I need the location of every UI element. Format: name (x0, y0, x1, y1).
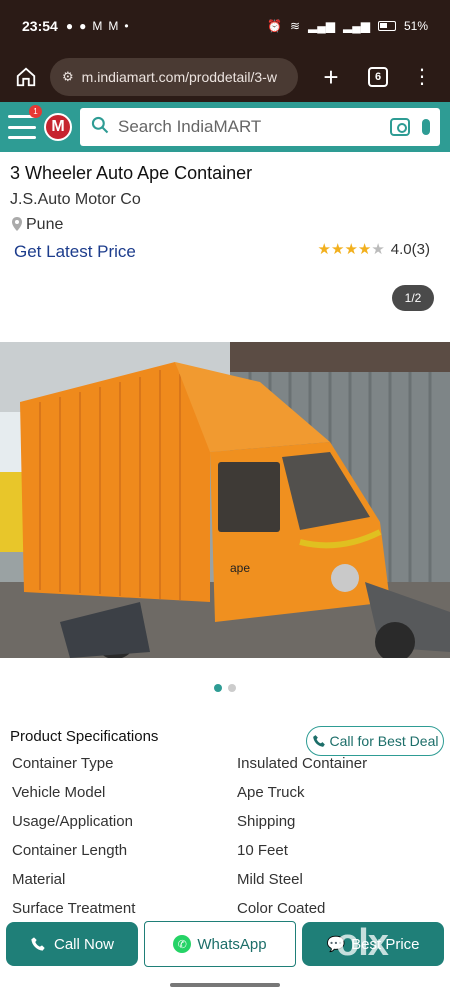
more-notifications-icon: • (124, 19, 129, 33)
notification-icons: ● ● M M • (66, 19, 129, 33)
signal-icon: ▂▄▆ (308, 19, 335, 33)
rating-count[interactable]: (3) (412, 241, 430, 258)
indiamart-logo[interactable]: M (44, 113, 72, 141)
browser-menu-icon[interactable]: ⋮ (412, 67, 432, 87)
rating-stars: ★★★★★ (318, 240, 385, 258)
url-text: m.indiamart.com/proddetail/3-w (81, 69, 277, 85)
location: Pune (12, 216, 63, 234)
whatsapp-button[interactable]: ✆ WhatsApp (144, 921, 296, 967)
battery-icon (377, 21, 396, 31)
call-now-button[interactable]: Call Now (6, 922, 138, 966)
spec-key: Usage/Application (12, 813, 133, 830)
spec-row: Container Length 10 Feet (0, 842, 450, 870)
product-title: 3 Wheeler Auto Ape Container (10, 163, 253, 183)
new-tab-icon[interactable]: + (316, 62, 346, 93)
gmail-icon: M (108, 19, 119, 33)
spec-row: Usage/Application Shipping (0, 813, 450, 841)
site-settings-icon[interactable]: ⚙ (62, 69, 74, 85)
product-photo: ape (0, 342, 450, 658)
menu-badge: 1 (29, 105, 42, 118)
spec-key: Material (12, 871, 66, 888)
product-image[interactable]: ape (0, 342, 450, 658)
gesture-nav-handle[interactable] (170, 983, 280, 987)
whatsapp-label: WhatsApp (197, 935, 267, 953)
status-time: 23:54 (22, 18, 58, 34)
alarm-icon: ⏰ (267, 19, 282, 33)
carousel-dot[interactable] (228, 684, 236, 692)
star-icon: ★ (330, 241, 345, 258)
location-pin-icon (12, 216, 22, 234)
company-name[interactable]: J.S.Auto Motor Co (10, 191, 141, 209)
chat-icon: ● (79, 19, 87, 33)
spec-key: Surface Treatment (12, 900, 136, 917)
spec-row: Vehicle Model Ape Truck (0, 784, 450, 812)
rating: ★★★★★ 4.0 (3) (318, 240, 430, 259)
spec-value: Color Coated (237, 900, 326, 917)
spec-value: 10 Feet (237, 842, 288, 859)
vehicle-brand-text: ape (230, 561, 250, 575)
mic-icon[interactable] (422, 119, 430, 135)
carousel-dot-active[interactable] (214, 684, 222, 692)
battery-percent: 51% (403, 19, 428, 33)
star-icon: ★ (344, 241, 358, 258)
spec-value: Mild Steel (237, 871, 303, 888)
spec-row: Container Type Insulated Container (0, 755, 450, 783)
spec-key: Container Type (12, 755, 114, 772)
tab-switcher-button[interactable]: 6 (368, 67, 388, 87)
status-bar: 23:54 ● ● M M • ⏰ ≋ ▂▄▆ ▂▄▆ 51% (0, 0, 450, 52)
phone-icon (312, 735, 325, 747)
spec-row: Material Mild Steel (0, 871, 450, 899)
carousel-indicator (0, 684, 450, 692)
olx-watermark: olx (336, 922, 389, 964)
gmail-icon: M (92, 19, 103, 33)
spec-value: Ape Truck (237, 784, 305, 801)
specifications-title: Product Specifications (10, 728, 159, 745)
status-right: ⏰ ≋ ▂▄▆ ▂▄▆ 51% (267, 19, 428, 33)
signal-icon: ▂▄▆ (343, 19, 370, 33)
menu-icon[interactable]: 1 (8, 105, 42, 139)
location-text: Pune (26, 216, 64, 233)
star-icon: ★ (357, 241, 372, 258)
phone-icon (31, 937, 45, 951)
get-latest-price-link[interactable]: Get Latest Price (14, 242, 136, 262)
spec-value: Shipping (237, 813, 296, 830)
search-placeholder: Search IndiaMART (118, 117, 262, 136)
camera-search-icon[interactable] (390, 118, 410, 136)
site-header: 1 M Search IndiaMART (0, 102, 450, 152)
home-icon[interactable] (10, 61, 42, 93)
spec-value: Insulated Container (237, 755, 368, 772)
search-input[interactable]: Search IndiaMART (80, 108, 440, 146)
image-counter: 1/2 (392, 285, 434, 311)
search-icon[interactable] (90, 115, 110, 140)
call-now-label: Call Now (53, 935, 114, 953)
wifi-icon: ≋ (289, 19, 301, 33)
spec-key: Container Length (12, 842, 128, 859)
call-for-best-deal-label: Call for Best Deal (329, 733, 439, 749)
star-empty-icon: ★ (371, 241, 385, 258)
call-for-best-deal-button[interactable]: Call for Best Deal (306, 726, 444, 756)
browser-toolbar: ⚙ m.indiamart.com/proddetail/3-w + 6 ⋮ (0, 52, 450, 102)
url-bar[interactable]: ⚙ m.indiamart.com/proddetail/3-w (50, 58, 298, 96)
whatsapp-icon: ✆ (173, 935, 192, 953)
star-icon: ★ (317, 241, 331, 258)
sms-icon: ● (65, 19, 74, 33)
rating-value: 4.0 (390, 240, 412, 258)
spec-key: Vehicle Model (12, 784, 106, 801)
